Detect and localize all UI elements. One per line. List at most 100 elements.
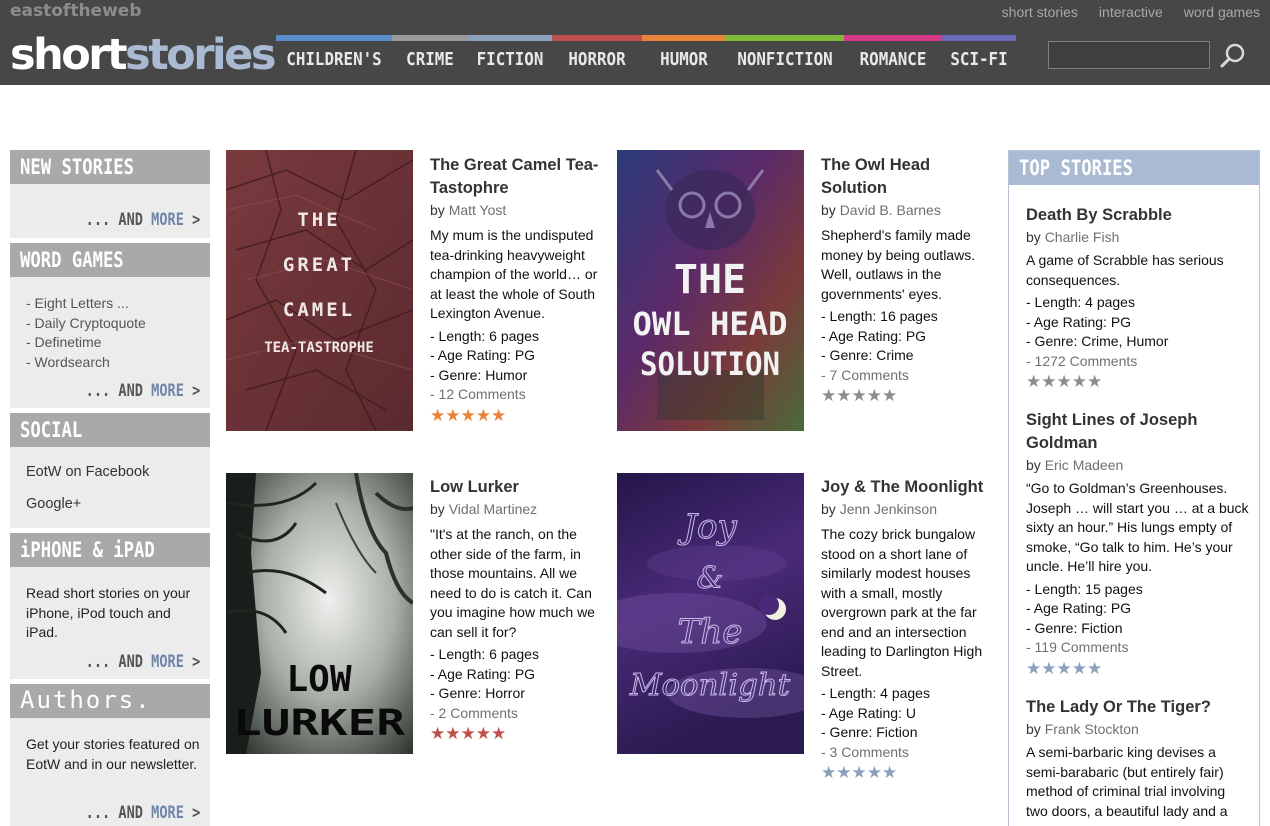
story-meta: - Length: 6 pages - Age Rating: PG - Gen… [430, 327, 605, 405]
top-story-item: Sight Lines of Joseph Goldman by Eric Ma… [1026, 409, 1250, 680]
author-link[interactable]: Jenn Jenkinson [840, 501, 937, 517]
star-rating: ★★★★★ [430, 405, 507, 425]
more-word: MORE [150, 652, 184, 672]
story-card: Low Lurker by Vidal Martinez "It's at th… [430, 476, 605, 745]
nav-bar [942, 35, 1016, 41]
star-rating: ★★★★★ [821, 763, 898, 782]
logo[interactable]: shortstories [10, 30, 276, 80]
nav-bar [392, 35, 468, 41]
nav-label: HUMOR [660, 49, 708, 70]
story-genre: - Genre: Fiction [1026, 619, 1123, 636]
google-plus-link[interactable]: Google+ [26, 496, 81, 512]
story-blurb: "It's at the ranch, on the other side of… [430, 526, 595, 640]
by-label: by [1026, 457, 1045, 473]
nav-scifi[interactable]: SCI-FI [942, 35, 1016, 85]
story-meta: - Length: 6 pages - Age Rating: PG - Gen… [430, 645, 605, 723]
cover-low-lurker[interactable]: LOW LURKER [226, 473, 413, 754]
author-link[interactable]: Matt Yost [449, 202, 507, 218]
story-card: The Great Camel Tea-Tastophre by Matt Yo… [430, 154, 605, 427]
cover-art: THE OWL HEAD SOLUTION [617, 150, 804, 431]
word-games-more-link[interactable]: ... AND MORE > [57, 381, 200, 401]
cover-line: LOW [286, 659, 351, 700]
nav-horror[interactable]: HORROR [552, 35, 642, 85]
author-link[interactable]: Charlie Fish [1045, 229, 1120, 245]
logo-stories: stories [125, 30, 276, 80]
cover-joy-moonlight[interactable]: Joy & The Moonlight [617, 473, 804, 754]
cover-great-camel[interactable]: THE GREAT CAMEL TEA-TASTROPHE [226, 150, 413, 431]
story-title[interactable]: Low Lurker [430, 476, 605, 499]
site-name[interactable]: eastoftheweb [10, 1, 141, 21]
story-title[interactable]: Joy & The Moonlight [821, 476, 996, 499]
story-age-rating: - Age Rating: PG [430, 347, 536, 363]
more-prefix: ... AND [85, 803, 151, 823]
story-length: - Length: 6 pages [430, 646, 539, 662]
cover-line: THE [674, 257, 746, 303]
author-link[interactable]: Frank Stockton [1045, 721, 1139, 737]
search-button[interactable] [1219, 42, 1247, 70]
authors-text: Get your stories featured on EotW and in… [26, 736, 200, 772]
top-story-title[interactable]: Sight Lines of Joseph Goldman [1026, 409, 1250, 455]
story-length: - Length: 15 pages [1026, 580, 1143, 597]
search-input[interactable] [1048, 41, 1210, 69]
chevron-right-icon: > [191, 803, 200, 823]
star-rating: ★★★★★ [1026, 658, 1103, 678]
top-link-interactive[interactable]: interactive [1099, 4, 1163, 20]
story-byline: by Matt Yost [430, 201, 605, 220]
new-stories-heading: NEW STORIES [10, 150, 210, 184]
nav-bar [468, 35, 552, 41]
author-link[interactable]: Vidal Martinez [449, 501, 537, 517]
nav-nonfiction[interactable]: NONFICTION [726, 35, 844, 85]
story-comments-link[interactable]: - 7 Comments [821, 366, 996, 386]
cover-art: Joy & The Moonlight [617, 473, 804, 754]
story-length: - Length: 4 pages [821, 685, 930, 701]
author-link[interactable]: David B. Barnes [840, 202, 941, 218]
cover-owl-head[interactable]: THE OWL HEAD SOLUTION [617, 150, 804, 431]
story-comments-link[interactable]: - 2 Comments [430, 704, 605, 724]
site-header: eastoftheweb short stories interactive w… [0, 0, 1270, 85]
nav-humor[interactable]: HUMOR [642, 35, 726, 85]
cover-line: The [678, 612, 743, 652]
facebook-link[interactable]: EotW on Facebook [26, 464, 149, 480]
story-comments-link[interactable]: - 119 Comments [1026, 638, 1250, 658]
top-link-word-games[interactable]: word games [1184, 4, 1260, 20]
word-game-wordsearch[interactable]: - Wordsearch [26, 353, 146, 373]
nav-romance[interactable]: ROMANCE [844, 35, 942, 85]
author-link[interactable]: Eric Madeen [1045, 457, 1124, 473]
word-game-cryptoquote[interactable]: - Daily Cryptoquote [26, 314, 146, 334]
cover-line: THE [297, 209, 340, 231]
story-comments-link[interactable]: - 3 Comments [821, 743, 996, 763]
top-link-short-stories[interactable]: short stories [1002, 4, 1078, 20]
nav-bar [276, 35, 392, 41]
more-prefix: ... AND [85, 652, 151, 672]
word-game-definetime[interactable]: - Definetime [26, 333, 146, 353]
genre-nav: CHILDREN'S CRIME FICTION HORROR HUMOR NO… [276, 35, 1016, 85]
top-story-title[interactable]: The Lady Or The Tiger? [1026, 696, 1250, 719]
word-game-eight-letters[interactable]: - Eight Letters ... [26, 294, 146, 314]
nav-childrens[interactable]: CHILDREN'S [276, 35, 392, 85]
chevron-right-icon: > [191, 381, 200, 401]
star-rating: ★★★★★ [1026, 372, 1103, 391]
story-comments-link[interactable]: - 12 Comments [430, 385, 605, 405]
story-title[interactable]: The Owl Head Solution [821, 154, 996, 200]
story-meta: - Length: 16 pages - Age Rating: PG - Ge… [821, 307, 996, 385]
by-label: by [821, 501, 840, 517]
by-label: by [430, 202, 449, 218]
story-genre: - Genre: Horror [430, 685, 525, 701]
nav-label: FICTION [476, 49, 544, 70]
authors-more-link[interactable]: ... AND MORE > [57, 803, 200, 823]
new-stories-more-link[interactable]: ... AND MORE > [57, 210, 200, 230]
story-title[interactable]: The Great Camel Tea-Tastophre [430, 154, 605, 200]
story-length: - Length: 4 pages [1026, 294, 1135, 310]
authors-heading: Authors. [10, 684, 210, 718]
nav-crime[interactable]: CRIME [392, 35, 468, 85]
nav-bar [726, 35, 844, 41]
by-label: by [430, 501, 449, 517]
chevron-right-icon: > [191, 210, 200, 230]
iphone-more-link[interactable]: ... AND MORE > [57, 652, 200, 672]
story-comments-link[interactable]: - 1272 Comments [1026, 352, 1250, 372]
by-label: by [821, 202, 840, 218]
top-story-title[interactable]: Death By Scrabble [1026, 204, 1250, 227]
nav-label: CHILDREN'S [286, 49, 382, 70]
nav-fiction[interactable]: FICTION [468, 35, 552, 85]
top-stories-heading: TOP STORIES [1009, 151, 1259, 185]
